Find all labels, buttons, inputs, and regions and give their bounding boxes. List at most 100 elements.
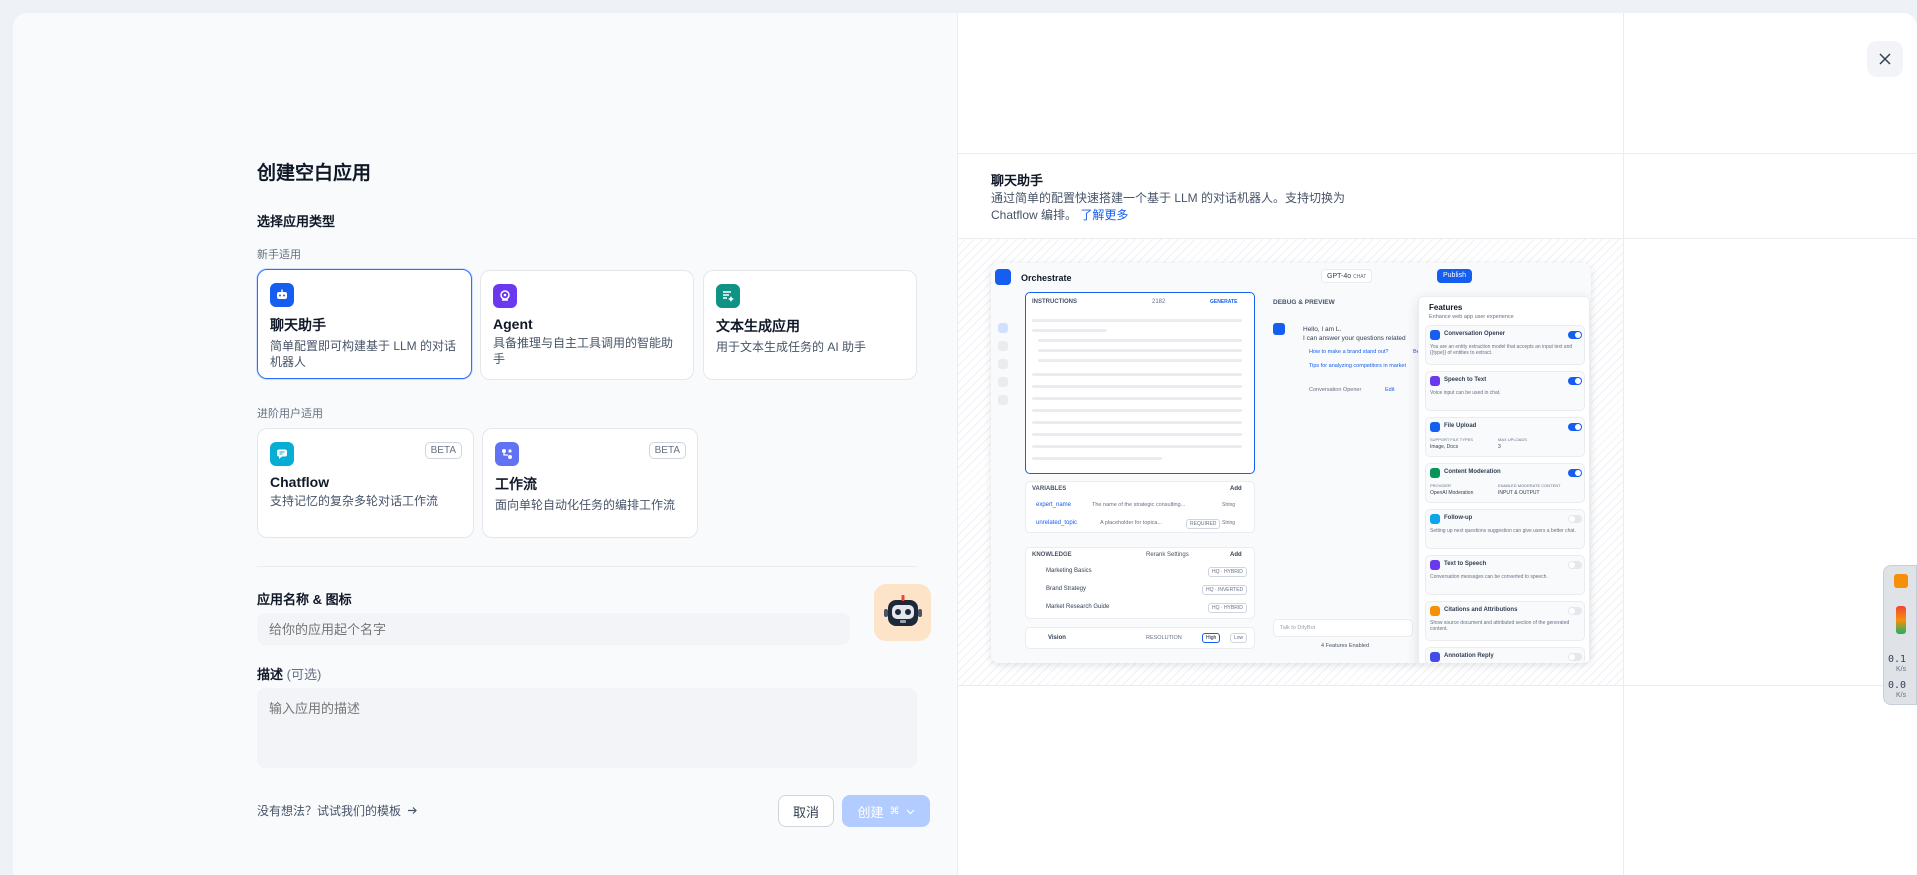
model-tag: CHAT xyxy=(1353,274,1367,280)
chat-input: Talk to DifyBot xyxy=(1273,619,1413,637)
app-type-label: 选择应用类型 xyxy=(257,214,336,229)
feature-desc: Show source document and attributed sect… xyxy=(1430,620,1570,632)
download-value: 0.0 xyxy=(1888,680,1907,691)
feature-desc: Conversation messages can be converted t… xyxy=(1430,574,1548,580)
close-icon xyxy=(1879,53,1891,65)
model-selector: GPT-4o CHAT xyxy=(1321,269,1373,283)
add-knowledge: Add xyxy=(1230,552,1242,558)
rerank-settings: Rerank Settings xyxy=(1146,552,1189,558)
feature-toggle xyxy=(1568,377,1582,385)
feature-toggle xyxy=(1568,561,1582,569)
name-label: 应用名称 & 图标 xyxy=(257,592,352,607)
card-desc: 简单配置即可构建基于 LLM 的对话机器人 xyxy=(270,339,457,369)
beginner-label: 新手适用 xyxy=(257,249,301,261)
text-line xyxy=(1032,457,1162,460)
text-line xyxy=(1032,373,1242,376)
advanced-label: 进阶用户适用 xyxy=(257,408,323,420)
feature-card: Citations and Attributions Show source d… xyxy=(1425,601,1585,641)
text-line xyxy=(1032,319,1242,322)
chat-placeholder: Talk to DifyBot xyxy=(1280,625,1316,631)
sidebar-icon xyxy=(998,377,1008,387)
suggestion: Tips for analyzing competitors in market xyxy=(1309,363,1406,369)
text-line xyxy=(1032,397,1242,400)
beta-badge: BETA xyxy=(424,442,462,459)
preview-screenshot: Orchestrate GPT-4o CHAT Publish INSTRUCT… xyxy=(991,263,1601,683)
app-name-input[interactable] xyxy=(257,613,850,645)
feature-desc: Voice input can be used in chat. xyxy=(1430,390,1501,396)
card-workflow[interactable]: BETA 工作流 面向单轮自动化任务的编排工作流 xyxy=(482,428,698,538)
robot-avatar-icon xyxy=(883,594,922,626)
var-name: expert_name xyxy=(1036,502,1072,508)
feature-desc: You are an entity extraction model that … xyxy=(1430,344,1573,356)
feature-key: SUPPORT FILE TYPES xyxy=(1430,437,1473,442)
create-app-modal: 创建空白应用 选择应用类型 新手适用 聊天助手 简单配置即可构建基于 LLM 的… xyxy=(13,13,1917,875)
feature-name: Conversation Opener xyxy=(1444,331,1506,337)
text-line xyxy=(1032,445,1242,448)
cancel-button[interactable]: 取消 xyxy=(778,795,834,827)
feature-toggle xyxy=(1568,469,1582,477)
feature-icon xyxy=(1430,560,1440,570)
text-generator-icon xyxy=(716,284,740,308)
upload-speed: 0.1 xyxy=(1888,654,1906,665)
desc-optional: (可选) xyxy=(286,667,322,682)
text-line xyxy=(1032,433,1242,436)
close-button[interactable] xyxy=(1867,41,1903,77)
feature-name: Citations and Attributions xyxy=(1444,607,1518,613)
grid-line xyxy=(1623,13,1624,875)
grid-line xyxy=(958,153,1917,154)
card-text-generator[interactable]: 文本生成应用 用于文本生成任务的 AI 助手 xyxy=(703,270,917,380)
preview-title: 聊天助手 xyxy=(991,173,1044,188)
card-desc: 具备推理与自主工具调用的智能助手 xyxy=(493,336,674,366)
template-link-text: 没有想法？试试我们的模板 xyxy=(257,804,402,818)
var-required: REQUIRED xyxy=(1186,519,1221,529)
learn-more-link[interactable]: 了解更多 xyxy=(1080,208,1128,222)
feature-name: Content Moderation xyxy=(1444,469,1501,475)
card-chatflow[interactable]: BETA Chatflow 支持记忆的复杂多轮对话工作流 xyxy=(257,428,474,538)
divider xyxy=(257,566,917,567)
preview-panel: 聊天助手 通过简单的配置快速搭建一个基于 LLM 的对话机器人。支持切换为 Ch… xyxy=(957,13,1917,875)
feature-card: Annotation Reply xyxy=(1425,647,1585,663)
desc-label: 描述 (可选) xyxy=(257,664,321,683)
knowledge-box: KNOWLEDGE Rerank Settings Add Marketing … xyxy=(1025,547,1255,619)
feature-icon xyxy=(1430,422,1440,432)
form-panel: 创建空白应用 选择应用类型 新手适用 聊天助手 简单配置即可构建基于 LLM 的… xyxy=(13,13,957,875)
chat-bot-icon xyxy=(270,283,294,307)
card-title: 文本生成应用 xyxy=(716,318,800,334)
feature-name: Follow-up xyxy=(1444,515,1473,521)
chat-greeting: Hello, I am L. xyxy=(1303,326,1342,333)
feature-toggle xyxy=(1568,515,1582,523)
text-line xyxy=(1032,421,1242,424)
desc-label-text: 描述 xyxy=(257,667,284,682)
suggestion: How to make a brand stand out? xyxy=(1309,349,1389,355)
feature-value: Image, Docs xyxy=(1430,444,1459,450)
chat-greeting: I can answer your questions related xyxy=(1303,335,1406,342)
card-chat-assistant[interactable]: 聊天助手 简单配置即可构建基于 LLM 的对话机器人 xyxy=(257,269,472,379)
create-button[interactable]: 创建 ⌘ xyxy=(842,795,930,827)
feature-icon xyxy=(1430,652,1440,662)
card-title: Agent xyxy=(493,316,533,332)
preview-window: Orchestrate GPT-4o CHAT Publish INSTRUCT… xyxy=(991,263,1591,663)
card-agent[interactable]: Agent 具备推理与自主工具调用的智能助手 xyxy=(480,270,694,380)
sidebar-icon xyxy=(998,359,1008,369)
download-unit: K/s xyxy=(1896,692,1907,699)
kb-name: Brand Strategy xyxy=(1046,586,1087,592)
bot-avatar-icon xyxy=(1273,323,1285,335)
instructions-label: INSTRUCTIONS xyxy=(1032,299,1077,305)
var-desc: A placeholder for topica... xyxy=(1100,520,1163,526)
conv-opener-label: Conversation Opener xyxy=(1309,387,1362,393)
feature-key: MAX UPLOADS xyxy=(1498,437,1527,442)
feature-value: 3 xyxy=(1498,444,1501,450)
preview-description: 通过简单的配置快速搭建一个基于 LLM 的对话机器人。支持切换为 Chatflo… xyxy=(991,190,1371,224)
features-subtitle: Enhance web app user experience xyxy=(1429,314,1514,320)
template-link[interactable]: 没有想法？试试我们的模板 xyxy=(257,802,418,819)
features-panel: Features Enhance web app user experience… xyxy=(1418,296,1590,663)
app-icon-picker[interactable] xyxy=(874,584,931,641)
feature-card: File Upload SUPPORT FILE TYPES Image, Do… xyxy=(1425,417,1585,457)
sidebar-icon xyxy=(998,395,1008,405)
network-speed-widget: 0.1 K/s 0.0 K/s xyxy=(1883,565,1917,705)
feature-toggle xyxy=(1568,423,1582,431)
feature-key: PROVIDER xyxy=(1430,483,1451,488)
app-description-input[interactable] xyxy=(257,688,917,768)
beta-badge: BETA xyxy=(648,442,686,459)
feature-value: OpenAI Moderation xyxy=(1430,490,1474,496)
